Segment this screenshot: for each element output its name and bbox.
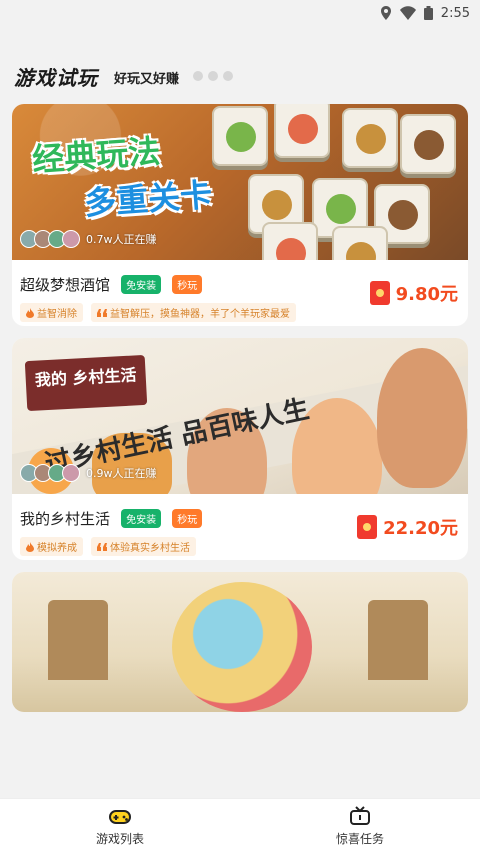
- game-info: 我的乡村生活 免安装 秒玩 模拟养成 体验真实乡村生活 22.20元: [12, 494, 468, 560]
- reward-value: 22.20元: [383, 518, 458, 539]
- banner-subheadline: 多重关卡: [82, 175, 214, 223]
- players-indicator: 0.9w人正在赚: [20, 464, 157, 482]
- dragon-illustration: [172, 582, 312, 712]
- status-time: 2:55: [440, 5, 470, 21]
- badge-no-install: 免安装: [121, 275, 162, 294]
- gamepad-icon: [109, 810, 131, 824]
- tag-chip: 益智消除: [20, 303, 83, 322]
- tv-icon: [350, 806, 370, 825]
- nav-surprise-task[interactable]: 惊喜任务: [240, 799, 480, 854]
- nav-game-list[interactable]: 游戏列表: [0, 799, 240, 854]
- page-subtitle: 好玩又好赚: [114, 72, 180, 87]
- game-name: 超级梦想酒馆: [20, 276, 111, 294]
- banner-logo: 我的 乡村生活: [24, 354, 148, 412]
- location-icon: [380, 6, 391, 20]
- wifi-icon: [399, 6, 416, 20]
- fire-icon: [26, 307, 34, 318]
- players-count: 0.7w人正在赚: [86, 233, 157, 246]
- red-envelope-icon: [357, 515, 378, 539]
- players-indicator: 0.7w人正在赚: [20, 230, 157, 248]
- quote-icon: [97, 308, 107, 317]
- fire-icon: [26, 541, 34, 552]
- reward-value: 9.80元: [395, 284, 458, 305]
- badge-no-install: 免安装: [121, 509, 162, 528]
- game-list: 经典玩法 多重关卡 0.7w人正在赚 超级梦想酒馆 免安装 秒玩 益智消除 益智…: [12, 104, 468, 724]
- avatar-group: [20, 464, 80, 482]
- reward-amount[interactable]: 22.20元: [357, 514, 458, 540]
- nav-label: 游戏列表: [95, 832, 144, 846]
- game-banner[interactable]: 我的 乡村生活 过乡村生活 品百味人生 0.9w人正在赚: [12, 338, 468, 494]
- game-card[interactable]: 我的 乡村生活 过乡村生活 品百味人生 0.9w人正在赚 我的乡村生活 免安装 …: [12, 338, 468, 560]
- tag-chip: 体验真实乡村生活: [91, 537, 196, 556]
- game-card[interactable]: 经典玩法 多重关卡 0.7w人正在赚 超级梦想酒馆 免安装 秒玩 益智消除 益智…: [12, 104, 468, 326]
- game-banner[interactable]: [12, 572, 468, 712]
- players-count: 0.9w人正在赚: [86, 467, 157, 480]
- status-bar: 2:55: [0, 0, 480, 26]
- badge-instant-play: 秒玩: [172, 275, 203, 294]
- bottom-navigation: 游戏列表 惊喜任务: [0, 798, 480, 854]
- game-banner[interactable]: 经典玩法 多重关卡 0.7w人正在赚: [12, 104, 468, 260]
- page-header: 游戏试玩 好玩又好赚: [0, 26, 480, 100]
- game-card[interactable]: [12, 572, 468, 712]
- reward-amount[interactable]: 9.80元: [369, 280, 458, 306]
- avatar-group: [20, 230, 80, 248]
- game-name: 我的乡村生活: [20, 510, 111, 528]
- tag-chip: 益智解压，摸鱼神器，羊了个羊玩家最爱: [91, 303, 296, 322]
- tag-chip: 模拟养成: [20, 537, 83, 556]
- red-envelope-icon: [369, 281, 390, 305]
- page-title: 游戏试玩: [14, 62, 98, 91]
- battery-icon: [423, 6, 433, 20]
- nav-label: 惊喜任务: [335, 832, 384, 846]
- decorative-dots: [193, 71, 233, 81]
- game-info: 超级梦想酒馆 免安装 秒玩 益智消除 益智解压，摸鱼神器，羊了个羊玩家最爱 9.…: [12, 260, 468, 326]
- quote-icon: [97, 542, 107, 551]
- badge-instant-play: 秒玩: [172, 509, 203, 528]
